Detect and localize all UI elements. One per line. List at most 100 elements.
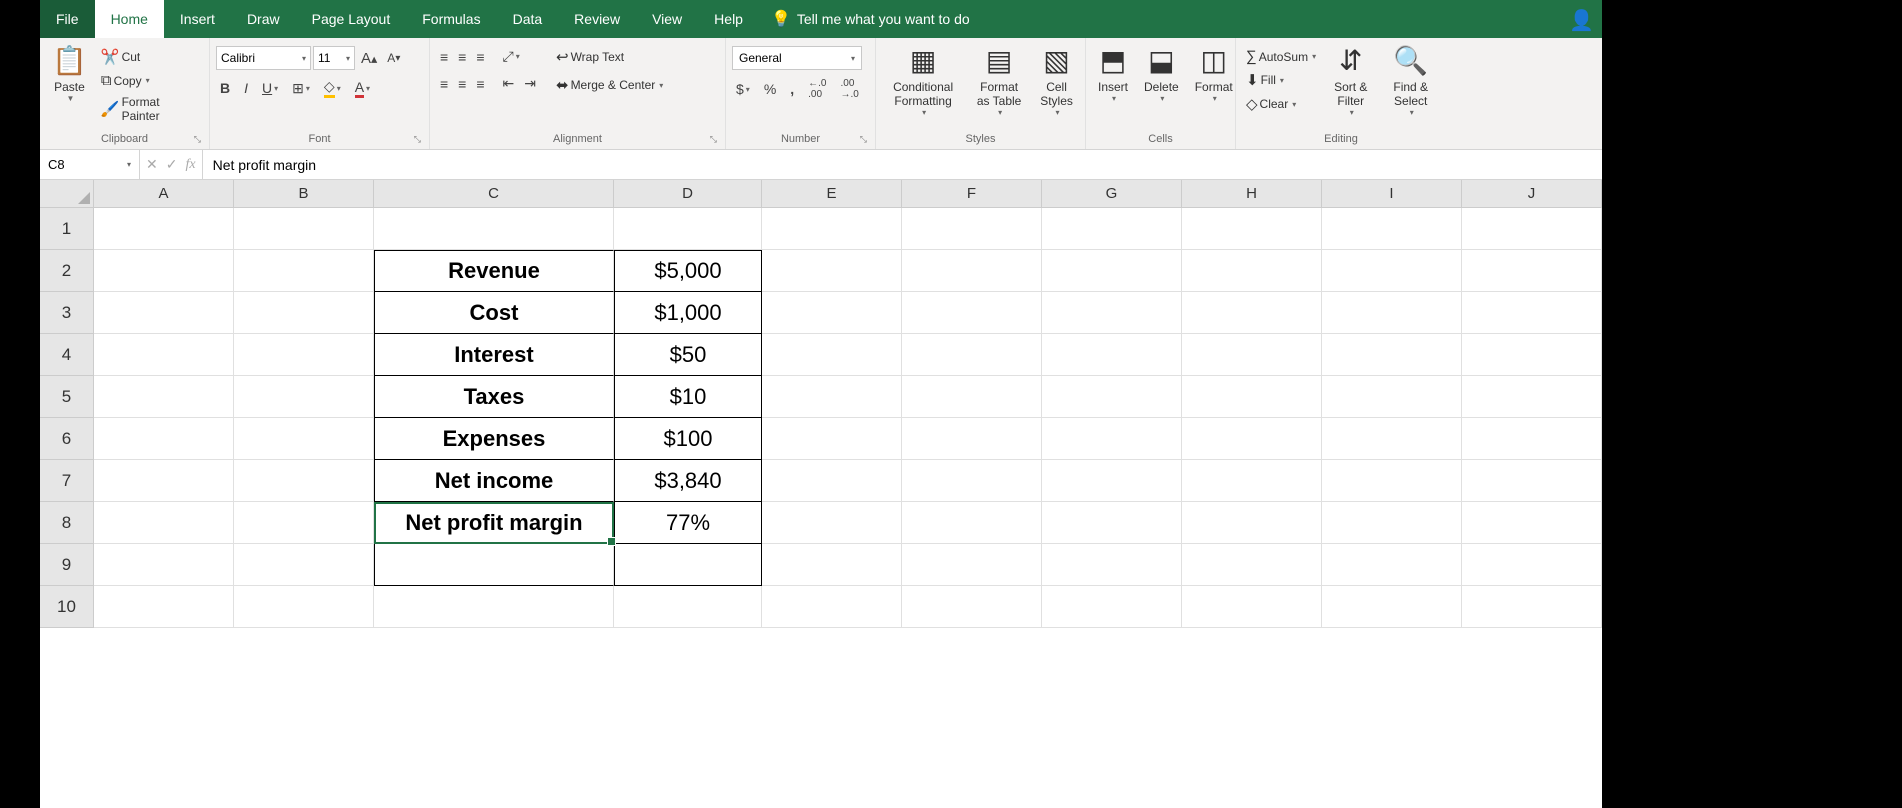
menu-home[interactable]: Home (95, 0, 164, 38)
merge-center-button[interactable]: ⬌Merge & Center▾ (552, 74, 667, 96)
cell-F3[interactable] (902, 292, 1042, 334)
cell-D4[interactable]: $50 (614, 334, 762, 376)
cell-G4[interactable] (1042, 334, 1182, 376)
menu-help[interactable]: Help (698, 0, 759, 38)
cell-E10[interactable] (762, 586, 902, 628)
number-launcher[interactable]: ⤡ (860, 134, 867, 145)
align-right-button[interactable]: ≡ (472, 74, 488, 94)
row-header-3[interactable]: 3 (40, 292, 94, 334)
menu-review[interactable]: Review (558, 0, 636, 38)
menu-formulas[interactable]: Formulas (406, 0, 496, 38)
font-launcher[interactable]: ⤡ (414, 134, 421, 145)
menu-draw[interactable]: Draw (231, 0, 296, 38)
cell-E1[interactable] (762, 208, 902, 250)
col-header-C[interactable]: C (374, 180, 614, 207)
menu-insert[interactable]: Insert (164, 0, 231, 38)
align-center-button[interactable]: ≡ (454, 74, 470, 94)
percent-button[interactable]: % (760, 79, 780, 99)
cell-D2[interactable]: $5,000 (614, 250, 762, 292)
cell-A8[interactable] (94, 502, 234, 544)
cell-J3[interactable] (1462, 292, 1602, 334)
row-header-2[interactable]: 2 (40, 250, 94, 292)
cell-D1[interactable] (614, 208, 762, 250)
align-left-button[interactable]: ≡ (436, 74, 452, 94)
cell-B1[interactable] (234, 208, 374, 250)
cell-H10[interactable] (1182, 586, 1322, 628)
share-icon[interactable]: 👤 (1569, 8, 1594, 33)
wrap-text-button[interactable]: ↩Wrap Text (552, 46, 667, 68)
cell-H5[interactable] (1182, 376, 1322, 418)
cell-H4[interactable] (1182, 334, 1322, 376)
align-middle-button[interactable]: ≡ (454, 47, 470, 67)
cell-E8[interactable] (762, 502, 902, 544)
cell-B8[interactable] (234, 502, 374, 544)
cell-J8[interactable] (1462, 502, 1602, 544)
increase-font-button[interactable]: A▴ (357, 48, 381, 69)
underline-button[interactable]: U▾ (258, 78, 282, 98)
cell-J9[interactable] (1462, 544, 1602, 586)
cell-B7[interactable] (234, 460, 374, 502)
cell-H8[interactable] (1182, 502, 1322, 544)
cell-B10[interactable] (234, 586, 374, 628)
row-header-6[interactable]: 6 (40, 418, 94, 460)
cell-F5[interactable] (902, 376, 1042, 418)
cell-D5[interactable]: $10 (614, 376, 762, 418)
cell-H2[interactable] (1182, 250, 1322, 292)
cell-D9[interactable] (614, 544, 762, 586)
cell-F7[interactable] (902, 460, 1042, 502)
cell-C5[interactable]: Taxes (374, 376, 614, 418)
conditional-formatting-button[interactable]: ▦Conditional Formatting▾ (882, 42, 964, 120)
font-color-button[interactable]: A▾ (351, 77, 374, 100)
cell-C8[interactable]: Net profit margin (374, 502, 614, 544)
cell-C4[interactable]: Interest (374, 334, 614, 376)
cell-H3[interactable] (1182, 292, 1322, 334)
col-header-B[interactable]: B (234, 180, 374, 207)
font-name-select[interactable]: Calibri▾ (216, 46, 311, 70)
clear-button[interactable]: ◇Clear▾ (1242, 93, 1320, 115)
cell-J5[interactable] (1462, 376, 1602, 418)
row-header-8[interactable]: 8 (40, 502, 94, 544)
row-header-9[interactable]: 9 (40, 544, 94, 586)
format-painter-button[interactable]: 🖌️Format Painter (97, 93, 203, 125)
cell-I9[interactable] (1322, 544, 1462, 586)
decrease-decimal-button[interactable]: .00→.0 (837, 76, 863, 102)
cell-A1[interactable] (94, 208, 234, 250)
cell-G1[interactable] (1042, 208, 1182, 250)
cell-J4[interactable] (1462, 334, 1602, 376)
align-bottom-button[interactable]: ≡ (472, 47, 488, 67)
menu-data[interactable]: Data (497, 0, 559, 38)
cell-A4[interactable] (94, 334, 234, 376)
cell-G6[interactable] (1042, 418, 1182, 460)
cell-F2[interactable] (902, 250, 1042, 292)
row-header-5[interactable]: 5 (40, 376, 94, 418)
col-header-I[interactable]: I (1322, 180, 1462, 207)
bold-button[interactable]: B (216, 78, 234, 98)
cell-E2[interactable] (762, 250, 902, 292)
cell-E4[interactable] (762, 334, 902, 376)
cell-C9[interactable] (374, 544, 614, 586)
comma-button[interactable]: , (786, 79, 798, 99)
sort-filter-button[interactable]: ⇵Sort & Filter▾ (1324, 42, 1377, 120)
format-as-table-button[interactable]: ▤Format as Table▾ (968, 42, 1030, 120)
cell-D6[interactable]: $100 (614, 418, 762, 460)
cell-G10[interactable] (1042, 586, 1182, 628)
select-all-corner[interactable] (40, 180, 94, 207)
cell-J6[interactable] (1462, 418, 1602, 460)
delete-cells-button[interactable]: ⬓Delete▾ (1138, 42, 1185, 106)
name-box[interactable]: C8▾ (40, 150, 140, 179)
cell-G7[interactable] (1042, 460, 1182, 502)
autosum-button[interactable]: ∑AutoSum▾ (1242, 46, 1320, 67)
format-cells-button[interactable]: ◫Format▾ (1189, 42, 1239, 106)
cell-I2[interactable] (1322, 250, 1462, 292)
col-header-G[interactable]: G (1042, 180, 1182, 207)
cell-C1[interactable] (374, 208, 614, 250)
cell-B3[interactable] (234, 292, 374, 334)
cell-D3[interactable]: $1,000 (614, 292, 762, 334)
fill-color-button[interactable]: ◇▾ (320, 76, 345, 100)
cell-J2[interactable] (1462, 250, 1602, 292)
tell-me-search[interactable]: 💡 Tell me what you want to do (759, 0, 982, 38)
cell-H6[interactable] (1182, 418, 1322, 460)
cell-F8[interactable] (902, 502, 1042, 544)
cell-C2[interactable]: Revenue (374, 250, 614, 292)
fill-button[interactable]: ⬇Fill▾ (1242, 69, 1320, 91)
